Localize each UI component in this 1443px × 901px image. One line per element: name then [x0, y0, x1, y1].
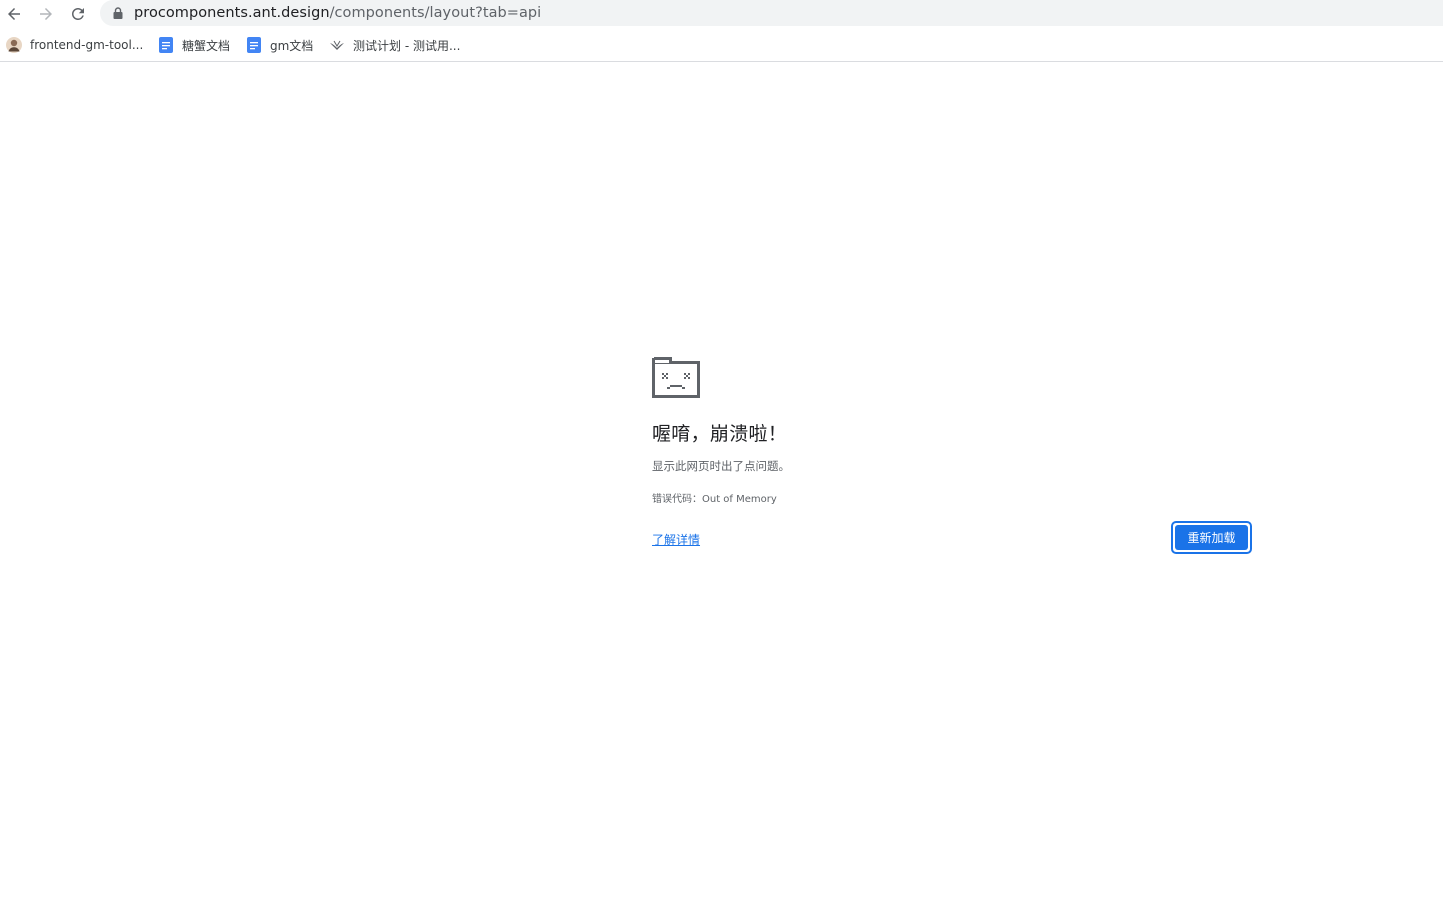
url-text[interactable]: procomponents.ant.design/components/layo…	[134, 5, 541, 21]
address-bar[interactable]: procomponents.ant.design/components/layo…	[100, 0, 1443, 26]
back-button[interactable]	[2, 2, 26, 26]
bookmarks-bar: frontend-gm-tool... 糖蟹文档 gm文档 测试计划 - 测试用…	[0, 29, 1443, 62]
url-host: procomponents.ant.design	[134, 5, 330, 21]
learn-more-link[interactable]: 了解详情	[652, 531, 700, 548]
error-code: 错误代码：Out of Memory	[652, 494, 777, 505]
bookmark-frontend-gm-tool[interactable]: frontend-gm-tool...	[6, 35, 143, 55]
arrow-right-icon	[40, 8, 52, 20]
forward-button[interactable]	[34, 2, 58, 26]
error-suggestion: 显示此网页时出了点问题。	[652, 459, 790, 473]
bookmark-tangxie-docs[interactable]: 糖蟹文档	[158, 35, 230, 55]
bookmark-gm-docs[interactable]: gm文档	[246, 35, 313, 55]
reload-page-button[interactable]	[66, 2, 90, 26]
browser-toolbar: procomponents.ant.design/components/layo…	[0, 0, 1443, 28]
error-heading: 喔唷，崩溃啦！	[652, 423, 788, 445]
doc-icon	[158, 37, 174, 53]
url-path: /components/layout?tab=api	[329, 5, 542, 21]
reload-icon	[72, 7, 84, 20]
bookmark-label: gm文档	[270, 38, 314, 53]
bookmark-label: 测试计划 - 测试用...	[353, 38, 461, 53]
lock-icon[interactable]	[112, 6, 124, 20]
arrow-left-icon	[8, 8, 20, 20]
reload-button[interactable]: 重新加载	[1171, 521, 1252, 554]
doc-icon	[246, 37, 262, 53]
bookmark-label: frontend-gm-tool...	[30, 38, 144, 52]
bookmark-test-plan[interactable]: 测试计划 - 测试用...	[329, 35, 460, 55]
sad-folder-icon	[652, 357, 700, 398]
reload-button-label: 重新加载	[1175, 525, 1248, 550]
bookmark-label: 糖蟹文档	[182, 38, 231, 53]
bird-icon	[329, 37, 345, 53]
avatar-icon	[6, 37, 22, 53]
